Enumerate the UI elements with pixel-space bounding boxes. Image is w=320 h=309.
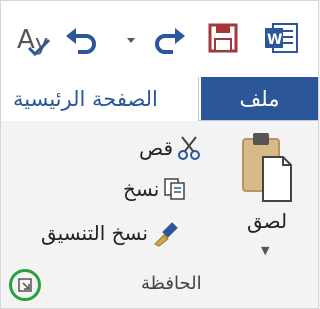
copy-icon xyxy=(164,178,186,200)
paste-icon xyxy=(242,133,292,202)
word-app-icon: W xyxy=(261,18,301,58)
save-icon[interactable] xyxy=(207,18,239,58)
dialog-launcher-icon xyxy=(18,278,32,292)
svg-text:W: W xyxy=(267,32,282,48)
format-painter-label: نسخ التنسيق xyxy=(41,221,148,245)
copy-button[interactable]: نسخ xyxy=(123,177,187,201)
undo-icon[interactable] xyxy=(64,18,100,58)
word-ribbon-window: A y W الصفحة الرئيسية ملف لصق ▼ قص نسخ ن… xyxy=(0,0,319,309)
group-label: الحافظة xyxy=(141,273,202,294)
cut-button[interactable]: قص xyxy=(139,135,203,161)
clipboard-group: لصق ▼ قص نسخ نسخ التنسيق الحافظة xyxy=(1,121,318,308)
ribbon-tabs: الصفحة الرئيسية ملف xyxy=(1,77,318,121)
tab-home[interactable]: الصفحة الرئيسية xyxy=(1,77,199,121)
copy-label: نسخ xyxy=(123,177,160,201)
redo-icon[interactable] xyxy=(151,18,187,58)
clipboard-dialog-launcher[interactable] xyxy=(9,269,41,301)
undo-dropdown-icon[interactable] xyxy=(125,18,137,58)
tab-file-label: ملف xyxy=(239,87,280,111)
scissors-icon xyxy=(178,136,201,160)
format-painter-icon xyxy=(154,222,178,247)
paste-label: لصق xyxy=(246,209,288,233)
tab-file[interactable]: ملف xyxy=(201,77,318,121)
format-painter-button[interactable]: نسخ التنسيق xyxy=(41,219,180,247)
spelling-icon[interactable]: A y xyxy=(15,18,59,58)
tab-home-label: الصفحة الرئيسية xyxy=(13,87,158,111)
paste-dropdown-icon[interactable]: ▼ xyxy=(261,244,269,257)
paste-button[interactable]: لصق ▼ xyxy=(237,127,297,267)
cut-label: قص xyxy=(139,136,174,160)
quick-access-toolbar: A y W xyxy=(1,1,318,77)
